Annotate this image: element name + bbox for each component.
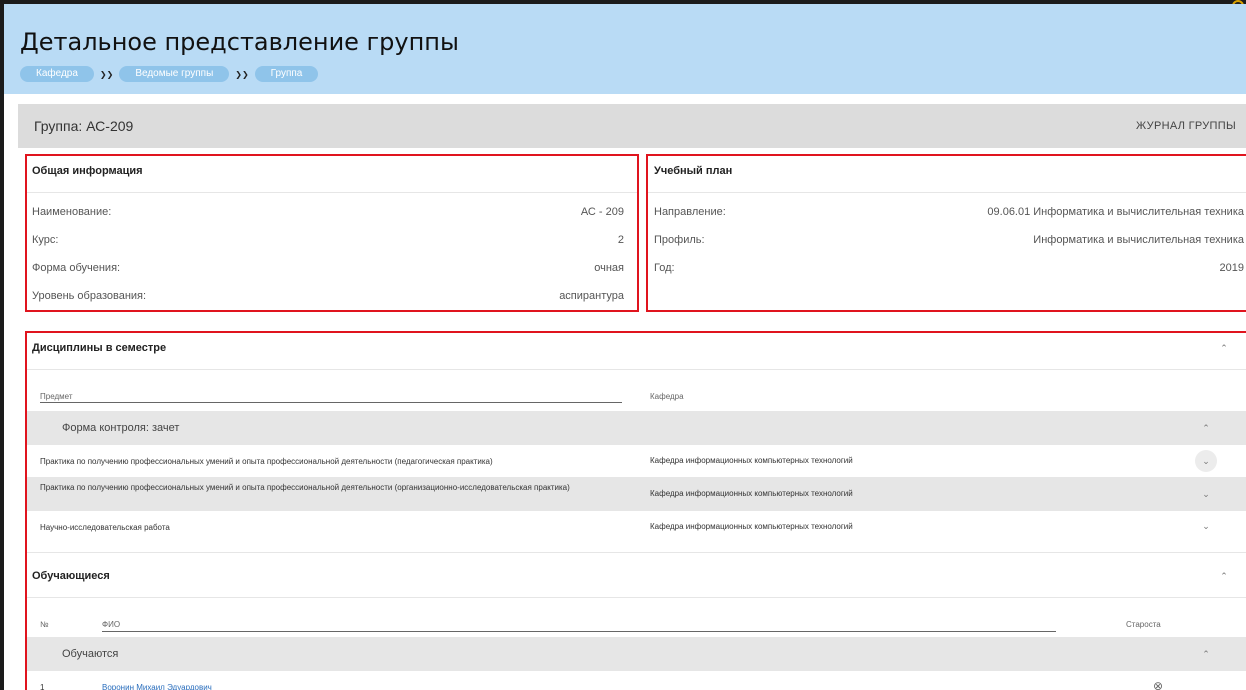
- discipline-department: Кафедра информационных компьютерных техн…: [650, 489, 853, 498]
- discipline-row-hover[interactable]: Практика по получению профессиональных у…: [26, 477, 1246, 511]
- breadcrumb-item-group[interactable]: Группа: [254, 66, 319, 82]
- chevron-up-icon[interactable]: ⌃: [1216, 340, 1232, 356]
- field-label: Направление:: [654, 206, 726, 218]
- field-label: Профиль:: [654, 234, 705, 246]
- group-bar: Группа: АС-209 ЖУРНАЛ ГРУППЫ: [18, 104, 1246, 148]
- panel-title: Дисциплины в семестре: [32, 342, 167, 354]
- chevron-down-icon[interactable]: ⌄: [1198, 518, 1214, 534]
- divider: [26, 192, 638, 193]
- column-underline: [102, 631, 1056, 632]
- group-row-label: Форма контроля: зачет: [62, 422, 180, 434]
- student-number: 1: [40, 683, 45, 690]
- discipline-department: Кафедра информационных компьютерных техн…: [650, 456, 853, 465]
- divider: [26, 597, 1246, 598]
- column-header-department[interactable]: Кафедра: [650, 392, 684, 401]
- column-header-number[interactable]: №: [40, 620, 49, 629]
- field-label: Уровень образования:: [32, 290, 147, 302]
- circle-x-icon[interactable]: ⊗: [1150, 678, 1166, 690]
- control-form-group-row[interactable]: Форма контроля: зачет ⌃: [26, 411, 1246, 445]
- general-info-panel: Общая информация Наименование: АС - 209 …: [26, 155, 638, 311]
- chevron-down-icon[interactable]: ⌄: [1195, 450, 1217, 472]
- breadcrumb: Кафедра ❯❯ Ведомые группы ❯❯ Группа: [20, 66, 319, 82]
- student-name-link[interactable]: Воронин Михаил Эдуардович: [102, 682, 212, 690]
- group-row-label: Обучаются: [62, 648, 119, 660]
- chevron-up-icon[interactable]: ⌃: [1198, 646, 1214, 662]
- column-underline: [40, 402, 622, 403]
- discipline-department: Кафедра информационных компьютерных техн…: [650, 522, 853, 531]
- group-name: Группа: АС-209: [34, 118, 134, 134]
- divider: [26, 552, 1246, 553]
- panel-title: Общая информация: [32, 165, 143, 177]
- field-value: очная: [594, 262, 624, 274]
- study-plan-panel: Учебный план Направление: 09.06.01 Инфор…: [648, 155, 1246, 311]
- discipline-name: Научно-исследовательская работа: [40, 523, 170, 532]
- panel-title: Обучающиеся: [32, 570, 110, 582]
- divider: [26, 369, 1246, 370]
- chevron-up-icon[interactable]: ⌃: [1216, 568, 1232, 584]
- column-header-subject[interactable]: Предмет: [40, 392, 73, 401]
- discipline-name: Практика по получению профессиональных у…: [40, 457, 493, 466]
- field-label: Год:: [654, 262, 675, 274]
- field-value: 2: [617, 234, 624, 246]
- column-header-fio[interactable]: ФИО: [102, 620, 120, 629]
- field-value: 09.06.01 Информатика и вычислительная те…: [987, 206, 1244, 218]
- field-value: АС - 209: [580, 206, 624, 218]
- field-label: Наименование:: [32, 206, 112, 218]
- breadcrumb-item-department[interactable]: Кафедра: [20, 66, 94, 82]
- divider: [648, 192, 1246, 193]
- column-header-head[interactable]: Староста: [1126, 620, 1161, 629]
- chevron-up-icon[interactable]: ⌃: [1198, 420, 1214, 436]
- chevron-down-icon[interactable]: ⌄: [1198, 486, 1214, 502]
- breadcrumb-item-groups[interactable]: Ведомые группы: [119, 66, 230, 82]
- field-label: Курс:: [32, 234, 59, 246]
- field-value: Информатика и вычислительная техника: [1033, 234, 1244, 246]
- double-chevron-right-icon: ❯❯: [99, 69, 114, 79]
- group-journal-button[interactable]: ЖУРНАЛ ГРУППЫ: [1136, 120, 1236, 132]
- field-value: аспирантура: [559, 290, 624, 302]
- discipline-name: Практика по получению профессиональных у…: [40, 483, 570, 492]
- field-label: Форма обучения:: [32, 262, 121, 274]
- field-value: 2019: [1219, 262, 1244, 274]
- double-chevron-right-icon: ❯❯: [235, 69, 249, 79]
- panel-title: Учебный план: [654, 165, 733, 177]
- page-title: Детальное представление группы: [20, 28, 459, 56]
- students-group-row[interactable]: Обучаются ⌃: [26, 637, 1246, 671]
- disciplines-panel: Дисциплины в семестре ⌃ Предмет Кафедра …: [26, 332, 1246, 690]
- page-header: Детальное представление группы Кафедра ❯…: [4, 4, 1246, 94]
